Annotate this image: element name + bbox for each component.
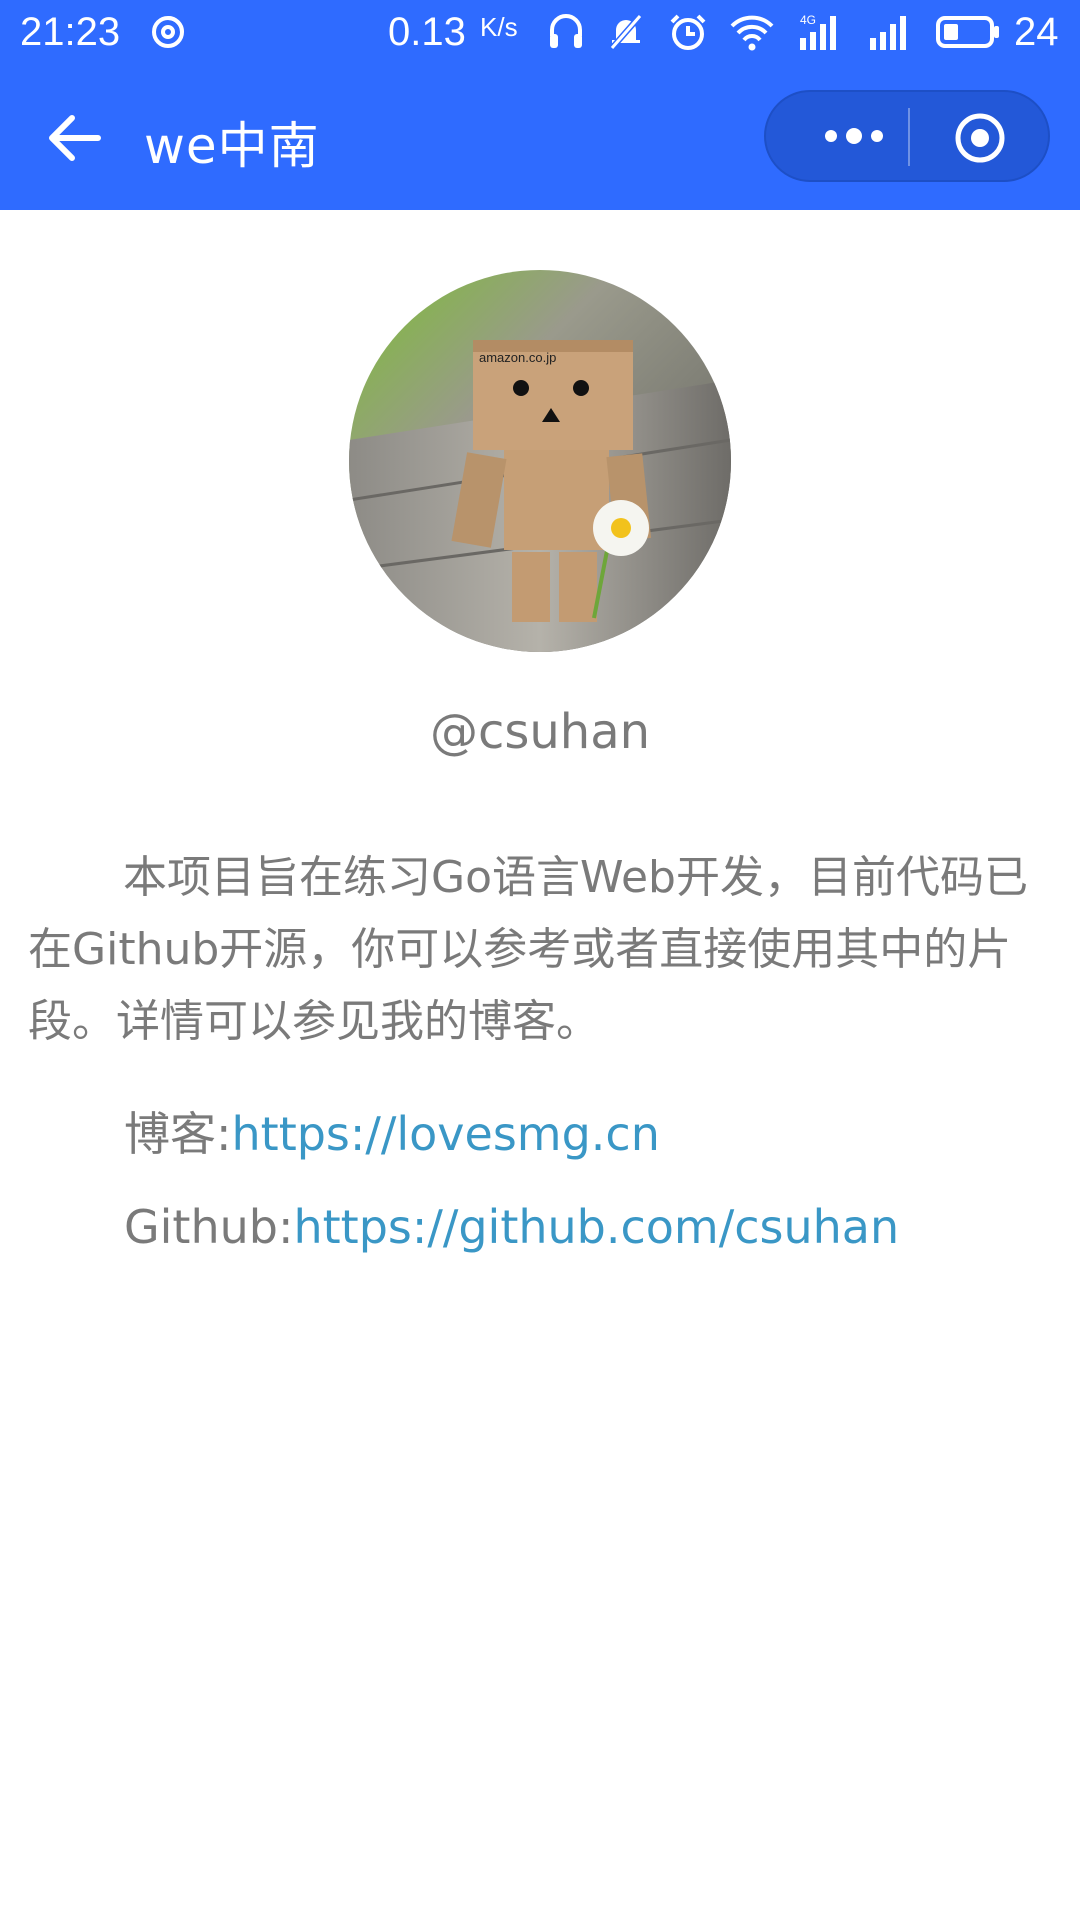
- wifi-icon: [730, 12, 774, 57]
- status-time: 21:23: [20, 10, 121, 54]
- battery-level: 24: [1014, 10, 1059, 54]
- svg-text:amazon.co.jp: amazon.co.jp: [479, 350, 556, 365]
- mini-program-capsule: [764, 90, 1050, 182]
- github-label: Github:: [124, 1200, 294, 1254]
- status-bar: 21:23 0.13 K/s 4G 24: [0, 0, 1080, 66]
- blog-row: 博客:https://lovesmg.cn: [124, 1098, 660, 1164]
- svg-text:4G: 4G: [800, 13, 816, 27]
- github-link[interactable]: https://github.com/csuhan: [293, 1200, 899, 1254]
- headphones-icon: [548, 12, 584, 57]
- back-arrow-icon[interactable]: [44, 106, 108, 170]
- signal-bars-icon: [866, 12, 914, 57]
- status-icons: 4G: [548, 12, 1022, 57]
- data-saver-icon: [148, 12, 188, 57]
- network-speed-unit: K/s: [480, 12, 518, 42]
- more-options-icon[interactable]: [806, 114, 906, 158]
- page-title: we中南: [144, 117, 320, 175]
- navigation-bar: we中南: [0, 66, 1080, 210]
- battery-icon: [936, 14, 1000, 55]
- github-row: Github:https://github.com/csuhan: [124, 1200, 899, 1254]
- close-target-icon[interactable]: [954, 112, 1006, 164]
- avatar: amazon.co.jp: [349, 270, 731, 652]
- project-description: 本项目旨在练习Go语言Web开发，目前代码已在Github开源，你可以参考或者直…: [28, 852, 1028, 1047]
- blog-label: 博客:: [124, 1107, 232, 1161]
- mute-bell-icon: [606, 12, 646, 57]
- blog-link[interactable]: https://lovesmg.cn: [232, 1107, 660, 1161]
- username-handle: @csuhan: [429, 704, 651, 760]
- signal-4g-icon: 4G: [796, 12, 844, 57]
- alarm-icon: [668, 12, 708, 57]
- capsule-divider: [908, 108, 910, 166]
- network-speed: 0.13: [388, 10, 466, 54]
- top-bar: 21:23 0.13 K/s 4G 24 we中南: [0, 0, 1080, 210]
